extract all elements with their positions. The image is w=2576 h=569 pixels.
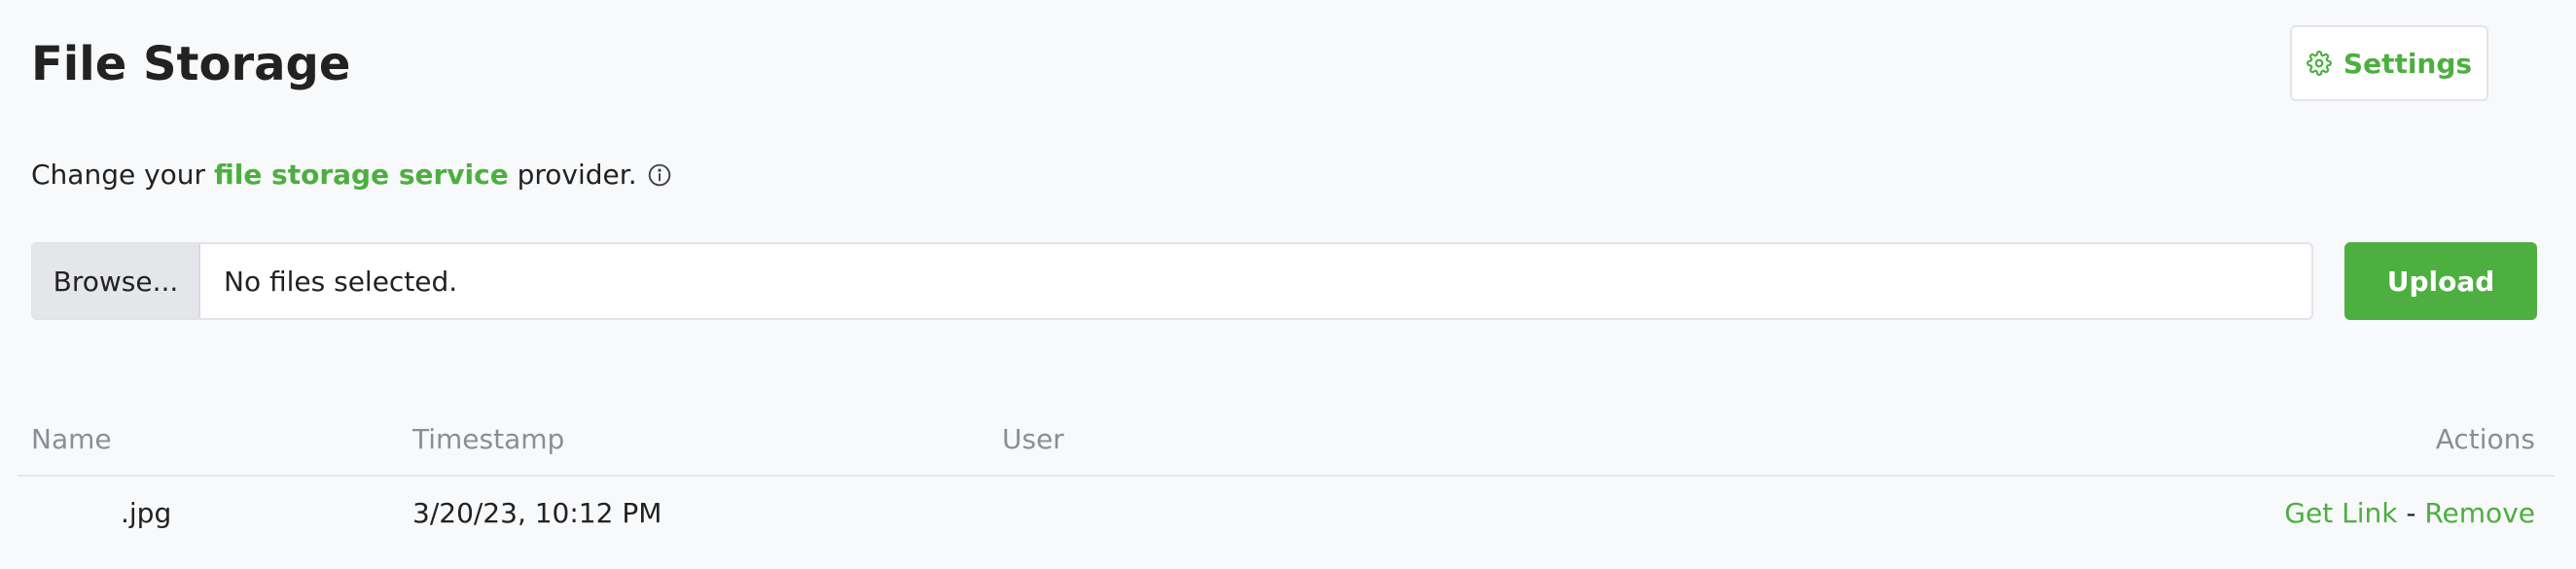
page-title: File Storage bbox=[31, 37, 351, 91]
column-header-actions: Actions bbox=[2435, 423, 2535, 455]
remove-button[interactable]: Remove bbox=[2424, 497, 2535, 529]
subtitle-suffix: provider. bbox=[508, 159, 637, 191]
gear-icon bbox=[2306, 51, 2332, 76]
info-icon[interactable] bbox=[647, 162, 672, 188]
row-actions: Get Link - Remove bbox=[2284, 494, 2535, 533]
table-row: .jpg 3/20/23, 10:12 PM Get Link - Remove bbox=[18, 479, 2555, 552]
settings-button[interactable]: Settings bbox=[2290, 25, 2488, 101]
column-header-timestamp[interactable]: Timestamp bbox=[412, 420, 564, 459]
file-selection-status: No files selected. bbox=[224, 265, 458, 298]
file-input[interactable]: Browse... No files selected. bbox=[31, 242, 2313, 320]
subtitle-prefix: Change your bbox=[31, 159, 214, 191]
file-name: .jpg bbox=[121, 497, 172, 529]
file-storage-service-link[interactable]: file storage service bbox=[214, 156, 509, 195]
file-timestamp: 3/20/23, 10:12 PM bbox=[412, 497, 662, 529]
column-header-name[interactable]: Name bbox=[31, 420, 112, 459]
action-separator: - bbox=[2397, 497, 2425, 529]
settings-label: Settings bbox=[2343, 47, 2473, 80]
upload-button[interactable]: Upload bbox=[2344, 242, 2537, 320]
browse-button[interactable]: Browse... bbox=[33, 244, 200, 318]
table-header: Name Timestamp User Actions bbox=[18, 412, 2555, 477]
column-header-user[interactable]: User bbox=[1002, 420, 1064, 459]
page-subtitle: Change your file storage service provide… bbox=[31, 156, 672, 195]
get-link-button[interactable]: Get Link bbox=[2284, 497, 2397, 529]
